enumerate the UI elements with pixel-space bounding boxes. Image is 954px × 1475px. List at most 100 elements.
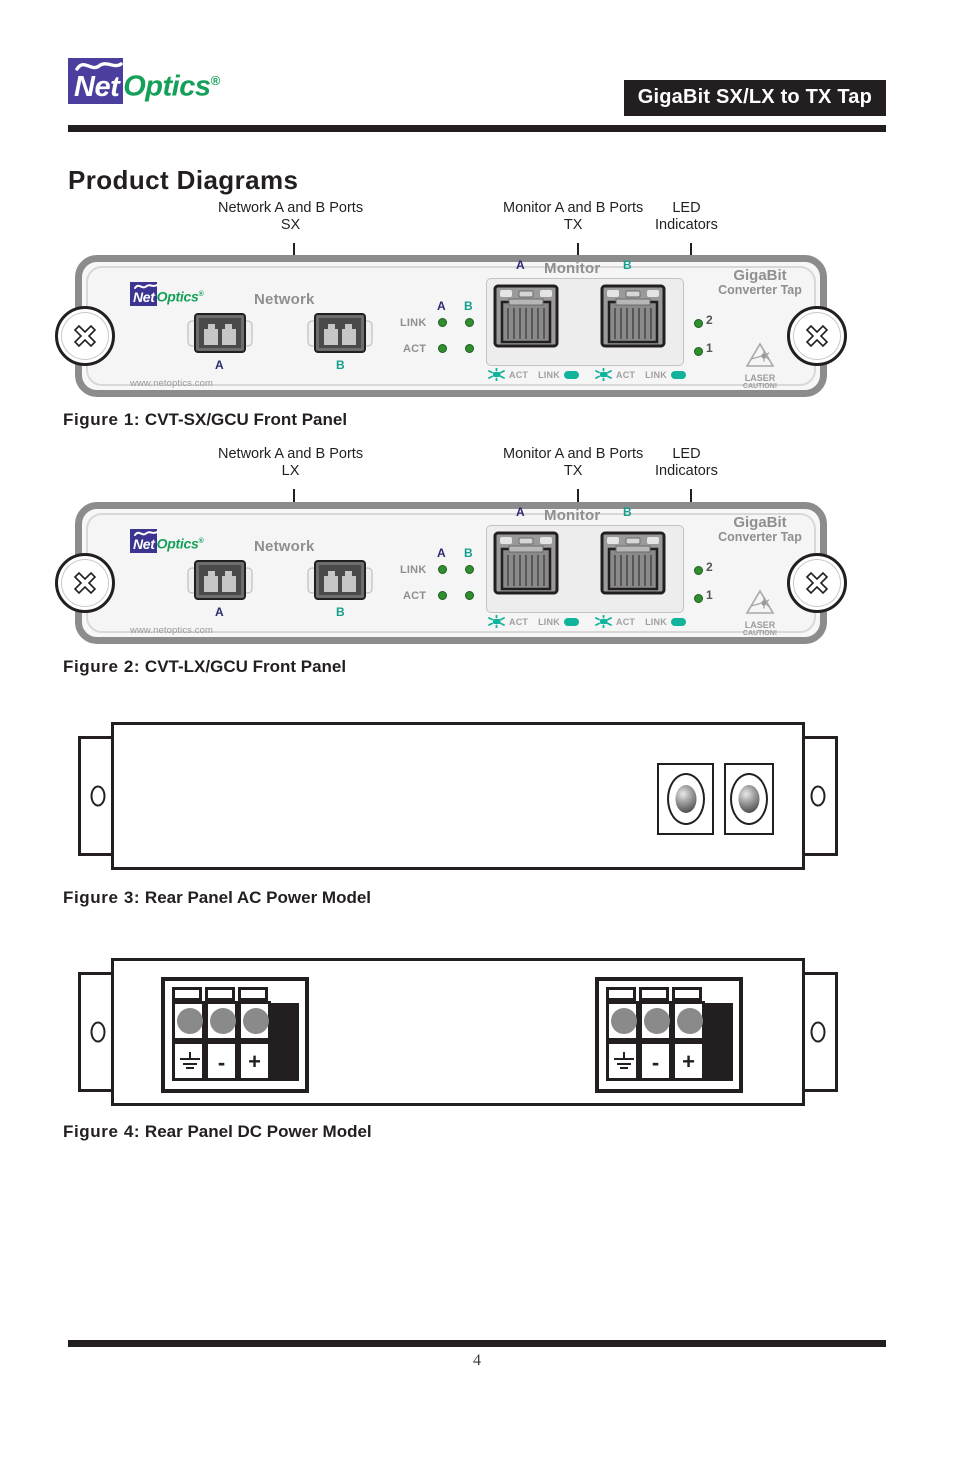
fig4-terminal-label-cell-ground-2 [606, 1041, 639, 1081]
fig1-network-port-b[interactable] [307, 312, 373, 354]
fig4-positive-symbol-2: + [682, 1049, 695, 1074]
fig1-monitor-b-link-label: LINK [645, 369, 667, 380]
fig1-brand-line2: Converter Tap [718, 283, 802, 297]
registered-trademark-icon: ® [198, 538, 204, 546]
fig4-terminal-screw-negative-1 [210, 1008, 236, 1034]
fig4-caption: Figure 4: Rear Panel DC Power Model [63, 1122, 372, 1142]
page-header: Net Optics® GigaBit SX/LX to TX Tap [0, 0, 954, 140]
fig2-callout-monitor-ports: Monitor A and B Ports TX [503, 446, 644, 479]
logo-net-text: Net [74, 71, 120, 103]
fig2-led-column-a: A [437, 546, 446, 560]
fig4-terminal-tab-ground-2 [606, 987, 636, 1001]
fig3-caption-text: Rear Panel AC Power Model [144, 888, 372, 907]
screw-cross-icon [73, 324, 97, 348]
ground-symbol-icon [180, 1052, 200, 1069]
fig3-ac-power-socket-2[interactable] [724, 763, 774, 835]
fig1-network-port-a[interactable] [187, 312, 253, 354]
fig2-network-port-a[interactable] [187, 559, 253, 601]
screw-cross-icon [805, 571, 829, 595]
fig4-dc-terminal-block-1[interactable]: - + [161, 977, 309, 1093]
activity-burst-icon [595, 368, 612, 381]
fig4-terminal-tab-negative-1 [205, 987, 235, 1001]
logo-optics-text: Optics [123, 71, 211, 103]
fig1-link-label: LINK [400, 317, 427, 329]
fig2-laser-caution: LASER CAUTION! [738, 589, 782, 638]
section-heading: Product Diagrams [68, 165, 299, 195]
fig3-mount-hole-right [810, 785, 826, 807]
fig1-callout-monitor-ports: Monitor A and B Ports TX [503, 200, 644, 233]
fig2-power-led-2 [694, 566, 703, 575]
fig4-terminal-screw-cell-negative-2 [639, 1001, 672, 1041]
fig1-device-front-panel: Net Optics® Network Monitor A B www.neto… [55, 255, 847, 397]
fig1-laser-caution: LASER CAUTION! [738, 342, 782, 391]
page-title: GigaBit SX/LX to TX Tap [623, 80, 886, 116]
fig2-caption-text: CVT-LX/GCU Front Panel [144, 657, 347, 676]
fig3-mount-hole-left [90, 785, 106, 807]
fig2-power-led-1-label: 1 [706, 588, 713, 602]
fig2-link-led-a [438, 565, 447, 574]
fig2-network-port-b[interactable] [307, 559, 373, 601]
fig2-monitor-port-a[interactable] [493, 531, 559, 595]
fig4-terminal-screw-ground-1 [177, 1008, 203, 1034]
fig2-brand-line1: GigaBit [733, 514, 787, 531]
fig1-act-label: ACT [403, 343, 427, 355]
fig2-link-label: LINK [400, 564, 427, 576]
fig2-network-section-label: Network [254, 538, 315, 555]
fig2-monitor-b-link-label: LINK [645, 616, 667, 627]
fig4-terminal-screw-cell-negative-1 [205, 1001, 238, 1041]
tilde-icon [134, 284, 158, 289]
fig1-led-column-a: A [437, 299, 446, 313]
logo-optics-text-wrap: Optics® [123, 66, 220, 104]
fig1-callout-led: LED Indicators [655, 200, 718, 233]
activity-burst-icon [595, 615, 612, 628]
fig2-monitor-port-b[interactable] [600, 531, 666, 595]
fig3-chassis-body [111, 722, 805, 870]
fig1-panel-logo-optics: Optics® [156, 289, 204, 305]
fig2-network-port-b-label: B [336, 605, 345, 619]
fig1-monitor-port-b[interactable] [600, 284, 666, 348]
registered-trademark-icon: ® [198, 291, 204, 299]
fig2-monitor-section-label: Monitor [544, 507, 601, 524]
netoptics-logo: Net Optics® [68, 58, 220, 104]
fig2-led-column-b: B [464, 546, 473, 560]
fig3-caption-number: Figure 3: [63, 888, 141, 907]
activity-burst-icon [488, 368, 505, 381]
fig1-laser-line2: CAUTION! [742, 383, 778, 390]
fig4-dc-terminal-block-2[interactable]: - + [595, 977, 743, 1093]
fig4-terminal-tab-negative-2 [639, 987, 669, 1001]
fig3-caption: Figure 3: Rear Panel AC Power Model [63, 888, 371, 908]
fig1-mount-screw-left [55, 306, 115, 366]
fig2-power-led-2-label: 2 [706, 560, 713, 574]
fig2-brand-line2: Converter Tap [718, 530, 802, 544]
fig3-ac-power-socket-1[interactable] [657, 763, 714, 835]
fig4-terminal-screw-cell-positive-2 [672, 1001, 705, 1041]
fig1-network-port-a-label: A [215, 358, 224, 372]
fig3-ac-socket-pin-1 [675, 785, 696, 813]
fig4-terminal-tab-positive-1 [238, 987, 268, 1001]
fig3-rear-panel-ac [78, 722, 838, 872]
fig2-callout-led: LED Indicators [655, 446, 718, 479]
fig4-chassis-body: - + - + [111, 958, 805, 1106]
fig1-website-text: www.netoptics.com [130, 378, 214, 389]
fig1-caption: Figure 1: CVT-SX/GCU Front Panel [63, 410, 347, 430]
fig4-terminal-screw-negative-2 [644, 1008, 670, 1034]
fig1-monitor-port-a-label: A [516, 258, 525, 272]
fig4-terminal-label-cell-negative-2: - [639, 1041, 672, 1081]
fig2-monitor-port-b-label: B [623, 505, 632, 519]
fig1-caption-number: Figure 1: [63, 410, 141, 429]
fig4-terminal-label-cell-positive-2: + [672, 1041, 705, 1081]
tilde-icon [75, 62, 123, 71]
fig2-monitor-b-status: ACT LINK [595, 615, 686, 628]
fig2-act-led-a [438, 591, 447, 600]
laser-warning-icon [745, 589, 775, 614]
fig1-callout-network-ports: Network A and B Ports SX [218, 200, 364, 233]
fig2-device-front-panel: Net Optics® Network Monitor A B www.neto… [55, 502, 847, 644]
registered-trademark-icon: ® [210, 73, 220, 89]
fig2-panel-logo: Net Optics® [130, 529, 204, 553]
laser-warning-icon [745, 342, 775, 367]
fig4-mount-hole-right [810, 1021, 826, 1043]
fig1-monitor-a-link-label: LINK [538, 369, 560, 380]
fig1-monitor-port-a[interactable] [493, 284, 559, 348]
logo-net-badge: Net [68, 58, 124, 104]
fig2-act-led-b [465, 591, 474, 600]
